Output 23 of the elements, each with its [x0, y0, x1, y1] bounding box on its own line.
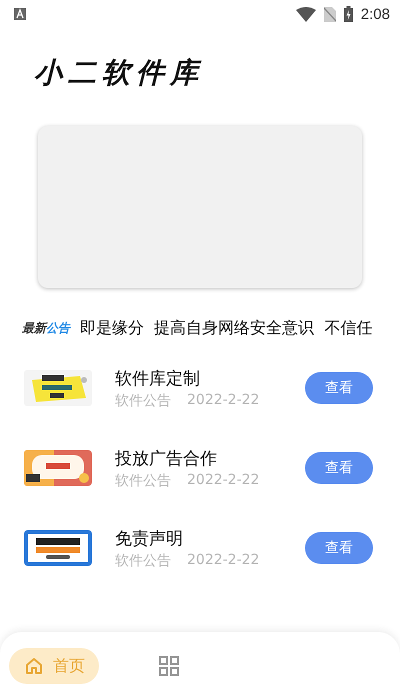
article-date: 2022-2-22: [187, 552, 260, 570]
article-category: 软件公告: [115, 392, 171, 410]
clock-time: 2:08: [360, 6, 390, 22]
article-title: 软件库定制: [115, 368, 201, 390]
nav-tab[interactable]: 首页: [9, 648, 99, 684]
article-date: 2022-2-22: [187, 392, 260, 410]
article-title: 免责声明: [115, 528, 184, 550]
notice-text: 即是缘分 提高自身网络安全意识 不信任: [80, 318, 372, 339]
article-date: 2022-2-22: [187, 472, 260, 490]
battery-icon: [344, 6, 353, 22]
grid-icon: [159, 656, 179, 676]
view-button[interactable]: 查看: [305, 372, 373, 404]
keyboard-icon: [14, 8, 26, 20]
app-title: 小二软件库: [34, 55, 204, 91]
article-title: 投放广告合作: [115, 448, 218, 470]
view-button[interactable]: 查看: [305, 532, 373, 564]
home-icon: [25, 657, 43, 675]
no-sim-icon: [324, 6, 336, 22]
notice-label: 最新公告: [22, 320, 70, 337]
wifi-icon: [296, 6, 316, 22]
article-category: 软件公告: [115, 472, 171, 490]
article-category: 软件公告: [115, 552, 171, 570]
view-button[interactable]: 查看: [305, 452, 373, 484]
